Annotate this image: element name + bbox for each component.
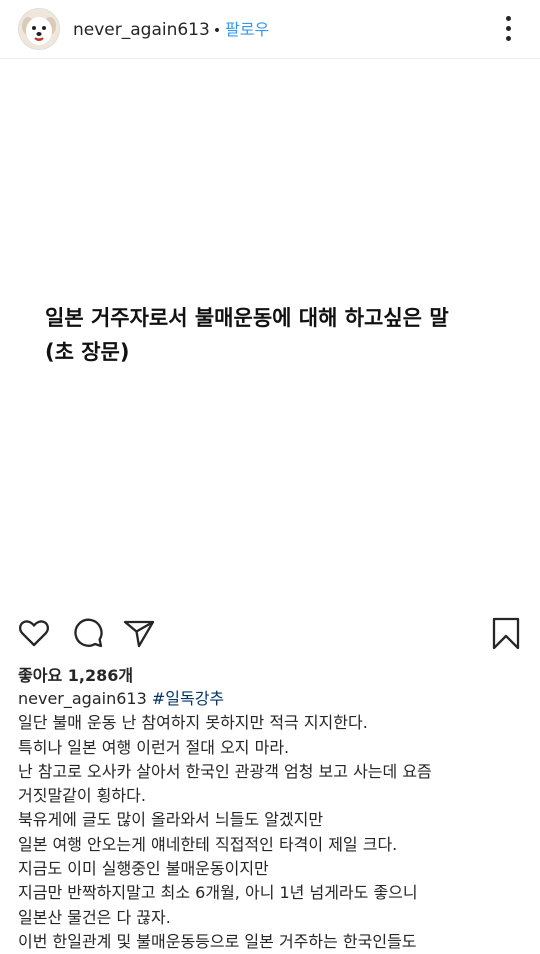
more-options-button[interactable] (498, 12, 518, 44)
caption-line: 특히나 일본 여행 이런거 절대 오지 마라. (18, 737, 290, 757)
post-image-text: 일본 거주자로서 불매운동에 대해 하고싶은 말 (초 장문) (45, 301, 515, 369)
post-text-line-1: 일본 거주자로서 불매운동에 대해 하고싶은 말 (45, 306, 449, 330)
share-button[interactable] (122, 616, 156, 650)
username-row: never_again613 • 팔로우 (73, 16, 269, 40)
post-image[interactable]: 일본 거주자로서 불매운동에 대해 하고싶은 말 (초 장문) (0, 59, 540, 599)
like-count[interactable]: 좋아요 1,286개 (18, 662, 133, 686)
follow-button[interactable]: 팔로우 (225, 20, 269, 39)
heart-icon (19, 620, 49, 647)
caption-username[interactable]: never_again613 (18, 689, 147, 708)
action-bar (0, 612, 540, 656)
save-button[interactable] (489, 616, 523, 650)
bookmark-icon (492, 617, 520, 650)
comment-icon (74, 618, 103, 648)
username[interactable]: never_again613 (73, 20, 210, 40)
separator-dot: • (212, 23, 222, 39)
send-icon (123, 620, 155, 648)
like-button[interactable] (17, 616, 51, 650)
caption-line: 지금만 반짝하지말고 최소 6개월, 아니 1년 넘게라도 좋으니 (18, 883, 418, 903)
caption: never_again613 #일독강추 일단 불매 운동 난 참여하지 못하지… (18, 687, 528, 954)
caption-hashtag[interactable]: #일독강추 (152, 689, 224, 708)
caption-line: 일본산 물건은 다 끊자. (18, 907, 171, 927)
comment-button[interactable] (71, 616, 105, 650)
post-text-line-2: (초 장문) (45, 340, 130, 364)
caption-line: 지금도 이미 실행중인 불매운동이지만 (18, 859, 269, 879)
more-vertical-icon (505, 15, 511, 21)
caption-line: 일단 불매 운동 난 참여하지 못하지만 적극 지지한다. (18, 713, 368, 733)
avatar[interactable] (18, 8, 60, 50)
caption-line: 이번 한일관계 및 불매운동등으로 일본 거주하는 한국인들도 (18, 931, 417, 951)
caption-line: 거짓말같이 횡하다. (18, 786, 146, 806)
caption-line: 일본 여행 안오는게 얘네한테 직접적인 타격이 제일 크다. (18, 834, 398, 854)
caption-line: 난 참고로 오사카 살아서 한국인 관광객 엄청 보고 사는데 요즘 (18, 761, 432, 781)
caption-line: 북유게에 글도 많이 올라와서 늬들도 알겠지만 (18, 810, 324, 830)
dog-avatar-icon (19, 9, 59, 49)
post-header: never_again613 • 팔로우 (0, 0, 540, 59)
caption-header: never_again613 #일독강추 (18, 687, 528, 711)
